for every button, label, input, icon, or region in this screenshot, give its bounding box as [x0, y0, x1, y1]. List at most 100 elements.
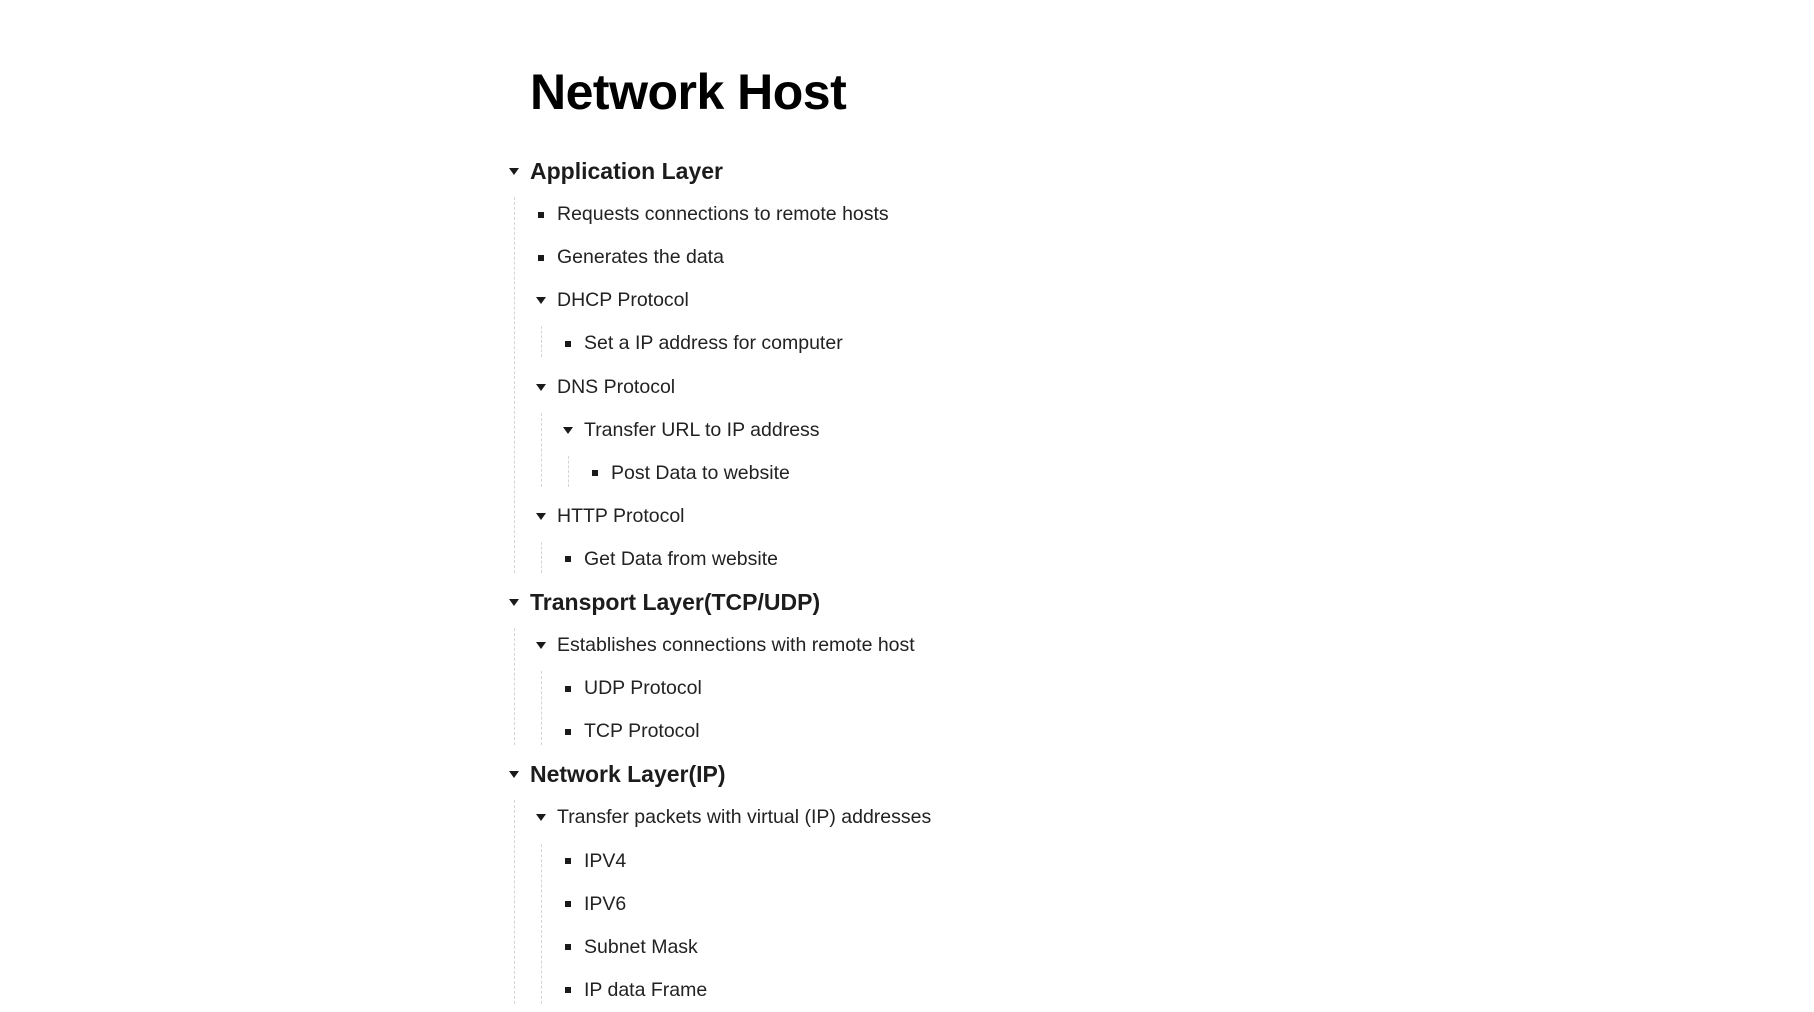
child-list: Requests connections to remote hosts Gene… [505, 193, 1405, 581]
item-text[interactable]: Get Data from website [584, 548, 778, 571]
square-bullet-icon [538, 211, 544, 218]
square-bullet-icon [565, 340, 571, 347]
outline-item: HTTP Protocol Get Data from website [532, 495, 1405, 581]
bullet-marker [559, 895, 577, 913]
outline-row[interactable]: Establishes connections with remote host [532, 624, 1405, 667]
outline-row[interactable]: IPV4 [559, 840, 1405, 883]
outline-item: IPV6 [559, 883, 1405, 926]
page-title[interactable]: Network Host [530, 62, 847, 122]
item-text[interactable]: Generates the data [557, 246, 724, 269]
item-text[interactable]: Set a IP address for computer [584, 332, 843, 355]
indent-guide-line [541, 541, 542, 573]
collapse-toggle[interactable] [532, 292, 550, 310]
square-bullet-icon [565, 944, 571, 951]
square-bullet-icon [538, 254, 544, 261]
collapse-triangle-icon[interactable] [509, 598, 519, 606]
bullet-marker [559, 938, 577, 956]
outline-row[interactable]: IPV6 [559, 883, 1405, 926]
square-bullet-icon [565, 556, 571, 563]
item-text[interactable]: Post Data to website [611, 462, 790, 485]
collapse-triangle-icon[interactable] [509, 771, 519, 779]
outline-row[interactable]: UDP Protocol [559, 667, 1405, 710]
outline-row[interactable]: Transfer packets with virtual (IP) addre… [532, 796, 1405, 839]
child-list: UDP Protocol TCP Protocol [532, 667, 1405, 753]
collapse-triangle-icon[interactable] [536, 383, 546, 391]
collapse-toggle[interactable] [505, 163, 523, 181]
outline-section: Network Layer(IP) Transfer packets with v… [505, 753, 1405, 1012]
item-text[interactable]: DNS Protocol [557, 376, 675, 399]
collapse-toggle[interactable] [505, 766, 523, 784]
item-text[interactable]: IPV6 [584, 893, 626, 916]
child-list: Transfer packets with virtual (IP) addre… [505, 796, 1405, 1011]
outline-row[interactable]: Set a IP address for computer [559, 322, 1405, 365]
section-heading[interactable]: Transport Layer(TCP/UDP) [530, 589, 820, 616]
collapse-toggle[interactable] [532, 378, 550, 396]
outline-row[interactable]: IP data Frame [559, 969, 1405, 1012]
section-heading[interactable]: Application Layer [530, 158, 723, 185]
bullet-marker [559, 550, 577, 568]
outline-item: UDP Protocol [559, 667, 1405, 710]
outline-row[interactable]: Transport Layer(TCP/UDP) [505, 581, 1405, 624]
child-list: IPV4 IPV6 Subnet Mask IP data Frame [532, 840, 1405, 1012]
item-text[interactable]: HTTP Protocol [557, 505, 685, 528]
outline-row[interactable]: Transfer URL to IP address [559, 409, 1405, 452]
square-bullet-icon [565, 858, 571, 865]
child-list: Post Data to website [559, 452, 1405, 495]
collapse-toggle[interactable] [532, 809, 550, 827]
indent-guide-line [514, 628, 515, 746]
outline-item: Set a IP address for computer [559, 322, 1405, 365]
outline-row[interactable]: Requests connections to remote hosts [532, 193, 1405, 236]
square-bullet-icon [565, 901, 571, 908]
collapse-toggle[interactable] [505, 593, 523, 611]
bullet-marker [559, 335, 577, 353]
outline-row[interactable]: Network Layer(IP) [505, 753, 1405, 796]
collapse-toggle[interactable] [532, 637, 550, 655]
collapse-toggle[interactable] [532, 507, 550, 525]
collapse-triangle-icon[interactable] [536, 642, 546, 650]
outline-row[interactable]: Get Data from website [559, 538, 1405, 581]
item-text[interactable]: IPV4 [584, 850, 626, 873]
bullet-marker [559, 680, 577, 698]
square-bullet-icon [565, 728, 571, 735]
outline-row[interactable]: DHCP Protocol [532, 279, 1405, 322]
outline-item: TCP Protocol [559, 710, 1405, 753]
outline-row[interactable]: HTTP Protocol [532, 495, 1405, 538]
item-text[interactable]: IP data Frame [584, 979, 707, 1002]
indent-guide-line [514, 197, 515, 573]
collapse-triangle-icon[interactable] [536, 512, 546, 520]
outline-row[interactable]: Subnet Mask [559, 926, 1405, 969]
bullet-marker [559, 852, 577, 870]
outline-row[interactable]: Application Layer [505, 150, 1405, 193]
collapse-triangle-icon[interactable] [509, 168, 519, 176]
collapse-triangle-icon[interactable] [563, 426, 573, 434]
collapse-toggle[interactable] [559, 421, 577, 439]
outline-row[interactable]: Generates the data [532, 236, 1405, 279]
item-text[interactable]: Transfer URL to IP address [584, 419, 820, 442]
outline-row[interactable]: Post Data to website [586, 452, 1405, 495]
bullet-marker [559, 981, 577, 999]
item-text[interactable]: UDP Protocol [584, 677, 702, 700]
child-list: Establishes connections with remote host… [505, 624, 1405, 753]
item-text[interactable]: TCP Protocol [584, 720, 700, 743]
item-text[interactable]: Transfer packets with virtual (IP) addre… [557, 806, 931, 829]
outline-row[interactable]: DNS Protocol [532, 365, 1405, 408]
indent-guide-line [541, 412, 542, 487]
outline-row[interactable]: TCP Protocol [559, 710, 1405, 753]
outline-item: Post Data to website [586, 452, 1405, 495]
bullet-marker [559, 723, 577, 741]
section-heading[interactable]: Network Layer(IP) [530, 761, 726, 788]
outline-item: Establishes connections with remote host… [532, 624, 1405, 753]
square-bullet-icon [565, 987, 571, 994]
collapse-triangle-icon[interactable] [536, 297, 546, 305]
item-text[interactable]: Establishes connections with remote host [557, 634, 915, 657]
outline-item: IP data Frame [559, 969, 1405, 1012]
collapse-triangle-icon[interactable] [536, 814, 546, 822]
outline-item: Get Data from website [559, 538, 1405, 581]
bullet-marker [532, 249, 550, 267]
square-bullet-icon [592, 470, 598, 477]
indent-guide-line [541, 843, 542, 1004]
item-text[interactable]: Requests connections to remote hosts [557, 203, 889, 226]
outline-root: Application Layer Requests connections to… [505, 150, 1405, 1012]
item-text[interactable]: Subnet Mask [584, 936, 698, 959]
item-text[interactable]: DHCP Protocol [557, 289, 689, 312]
